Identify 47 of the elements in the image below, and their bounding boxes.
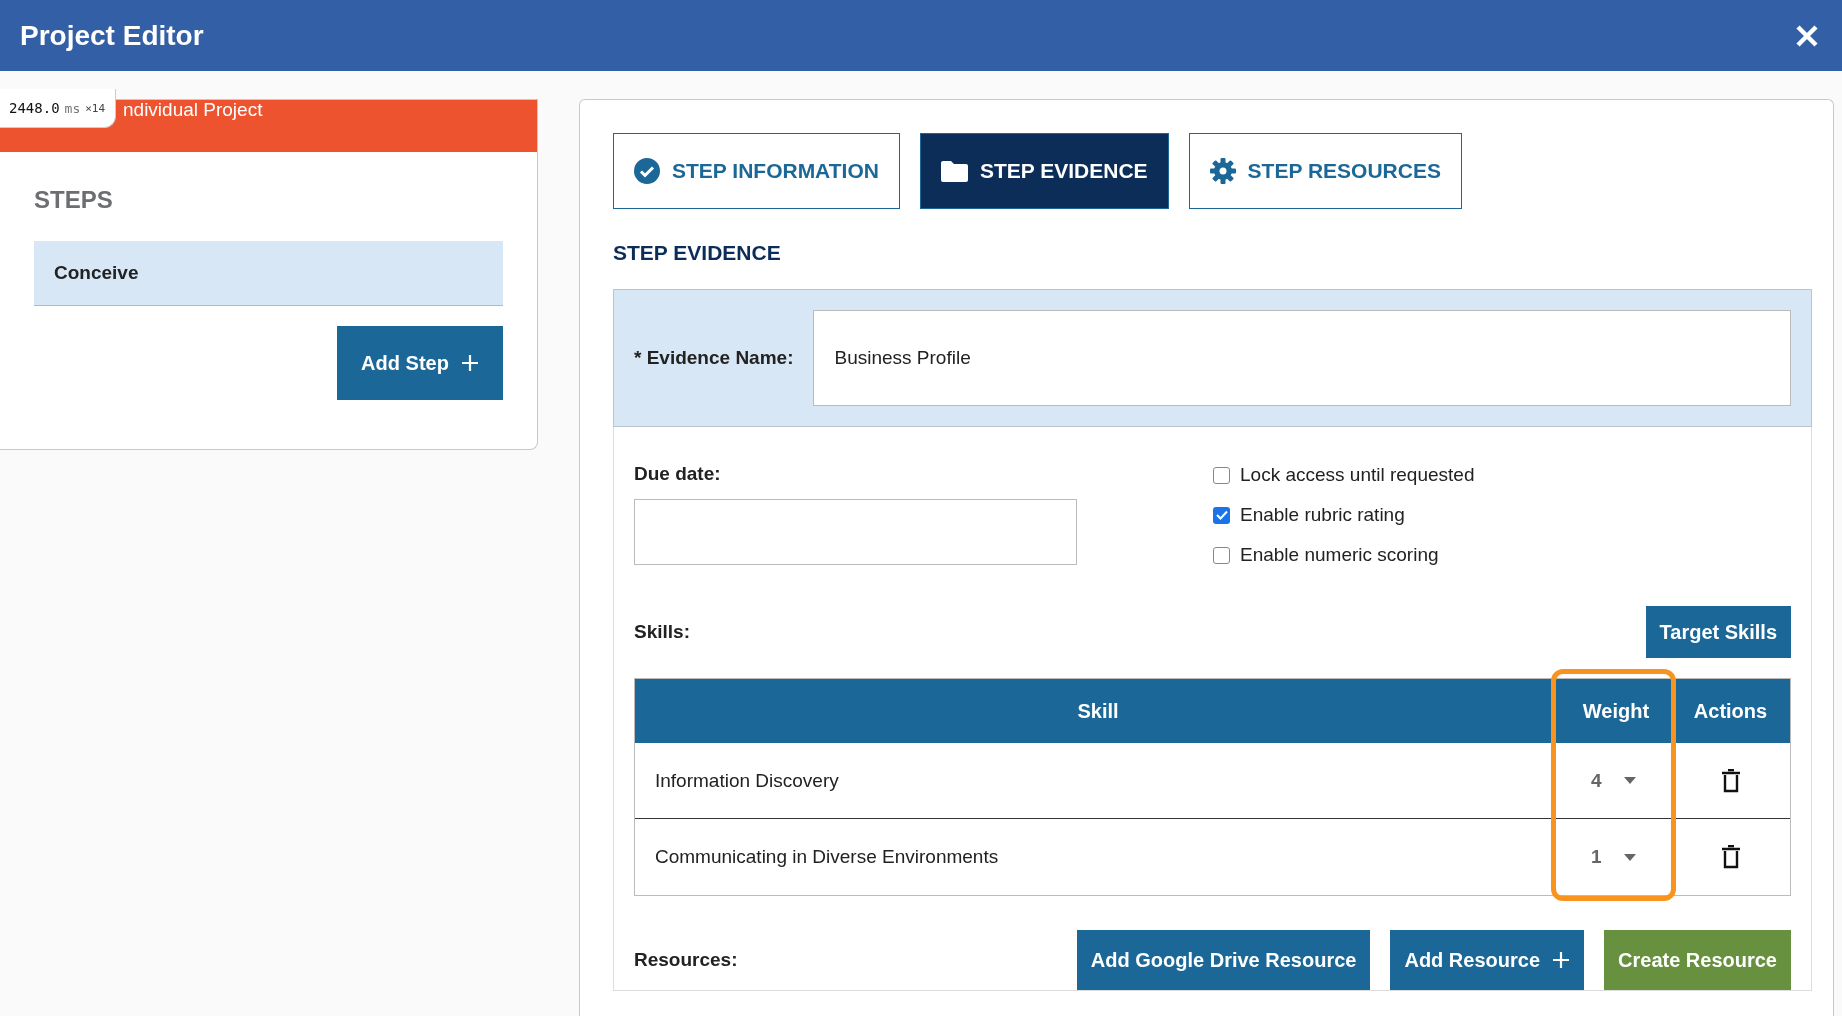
timing-unit: ms — [64, 100, 81, 116]
tab[interactable]: STEP RESOURCES — [1188, 133, 1462, 209]
window-title: Project Editor — [20, 19, 204, 52]
add-step-button[interactable]: Add Step — [337, 326, 503, 400]
tab[interactable]: STEP EVIDENCE — [919, 133, 1169, 209]
weight-dropdown[interactable]: 1 — [1591, 846, 1636, 868]
target-skills-button[interactable]: Target Skills — [1645, 606, 1791, 658]
plus-icon — [460, 354, 479, 372]
timing-value: 2448.0 — [9, 100, 60, 116]
tab[interactable]: STEP INFORMATION — [613, 133, 900, 209]
evidence-name-field[interactable]: Business Profile — [813, 310, 1791, 406]
due-date-field[interactable] — [634, 499, 1077, 565]
folder-icon — [940, 160, 968, 182]
section-title: STEP EVIDENCE — [613, 241, 782, 265]
trash-icon — [1720, 845, 1741, 869]
check-circle-icon — [634, 158, 660, 184]
skill-name: Communicating in Diverse Environments — [655, 846, 999, 868]
gear-icon — [1209, 158, 1236, 184]
caret-icon — [1623, 777, 1636, 784]
checkbox[interactable] — [1213, 546, 1230, 564]
caret-icon — [1623, 853, 1636, 861]
close-icon — [1794, 22, 1820, 49]
skill-name: Information Discovery — [655, 769, 839, 792]
column-header: Skill — [635, 679, 1561, 743]
resources-label: Resources: — [634, 949, 739, 971]
create-resource-button[interactable]: Create Resource — [1604, 930, 1791, 990]
steps-heading: STEPS — [34, 186, 114, 214]
weight-dropdown[interactable]: 4 — [1591, 769, 1636, 792]
timing-count: ×14 — [85, 101, 106, 115]
delete-button[interactable] — [1720, 768, 1741, 793]
close-button[interactable] — [1794, 22, 1820, 49]
checkbox[interactable] — [1213, 466, 1230, 484]
drive-resource-button[interactable]: Add Google Drive Resource — [1076, 930, 1371, 990]
project-title: ndividual Project — [123, 100, 263, 119]
checkbox-label: Lock access until requested — [1240, 464, 1475, 486]
evidence-name-label: * Evidence Name: — [634, 347, 794, 369]
checkbox-label: Enable numeric scoring — [1240, 544, 1439, 566]
column-header: Weight — [1561, 679, 1671, 743]
trash-icon — [1720, 768, 1741, 793]
add-resource-button[interactable]: Add Resource — [1390, 930, 1585, 990]
skills-label: Skills: — [634, 621, 690, 643]
step-item[interactable]: Conceive — [34, 241, 503, 306]
checkbox[interactable] — [1213, 506, 1230, 524]
checkbox-label: Enable rubric rating — [1240, 504, 1405, 526]
delete-button[interactable] — [1720, 845, 1741, 869]
due-date-label: Due date: — [634, 463, 722, 485]
plus-icon — [1552, 951, 1571, 969]
